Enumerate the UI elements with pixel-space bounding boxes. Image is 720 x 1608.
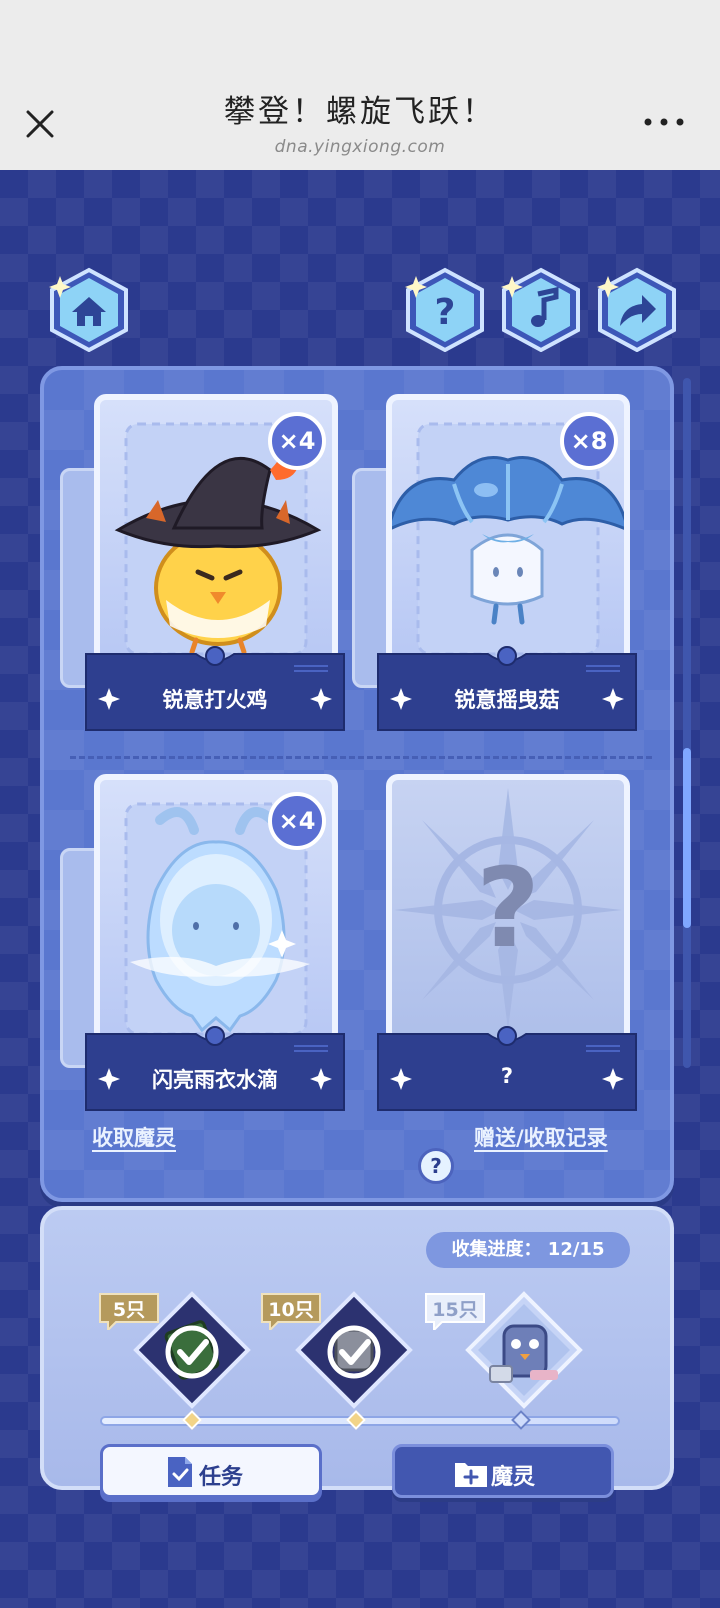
question-mark-icon: ?	[476, 844, 540, 972]
progress-label: 收集进度：	[451, 1239, 542, 1260]
music-button[interactable]	[498, 266, 584, 353]
reward-tag-label: 15只	[432, 1299, 478, 1321]
count-badge: ×4	[268, 412, 326, 470]
spirit-button-label: 魔灵	[491, 1465, 536, 1490]
reward-tag: 15只	[422, 1290, 488, 1330]
receive-spirit-link[interactable]: 收取魔灵	[92, 1122, 176, 1152]
spirit-card-fire-chick[interactable]: ×4 锐意打火鸡	[60, 394, 348, 744]
card-row-divider	[70, 756, 652, 759]
page-title: 攀登！螺旋飞跃！	[224, 94, 496, 130]
question-icon: ?	[435, 292, 456, 333]
progress-node	[182, 1410, 202, 1430]
question-icon[interactable]: ?	[418, 1148, 454, 1184]
document-check-icon	[168, 1457, 192, 1487]
reward-tag-label: 5只	[112, 1299, 146, 1321]
card-name: 闪亮雨衣水滴	[152, 1068, 278, 1092]
gift-history-link[interactable]: 赠送/收取记录	[474, 1122, 608, 1152]
home-button[interactable]	[46, 266, 132, 353]
progress-value: 12/15	[547, 1239, 605, 1260]
scrollbar[interactable]	[683, 378, 691, 1068]
card-name: ?	[500, 1064, 514, 1088]
task-button[interactable]: 任务	[100, 1444, 322, 1498]
card-name: 锐意摇曳菇	[454, 688, 560, 712]
scrollbar-thumb[interactable]	[683, 748, 691, 928]
count-badge: ×4	[268, 792, 326, 850]
progress-panel: 收集进度： 12/15 5只 10只 15只 任务 魔灵	[40, 1206, 674, 1498]
browser-top-bar: 攀登！螺旋飞跃！ dna.yingxiong.com	[0, 0, 720, 170]
more-horizontal-icon[interactable]	[640, 110, 690, 134]
collection-progress: 收集进度： 12/15	[426, 1232, 630, 1268]
count-badge: ×8	[560, 412, 618, 470]
spirit-card-jellyfish-mushroom[interactable]: ×8 锐意摇曳菇	[352, 394, 640, 744]
card-name: 锐意打火鸡	[162, 688, 268, 712]
reward-tag-label: 10只	[268, 1299, 314, 1321]
spirit-card-locked[interactable]: ? ?	[374, 774, 640, 1124]
folder-plus-icon	[455, 1463, 487, 1487]
reward-tag: 5只	[96, 1290, 162, 1330]
spirit-button[interactable]: 魔灵	[392, 1444, 614, 1498]
reward-tag: 10只	[258, 1290, 324, 1330]
help-button[interactable]: ?	[402, 266, 488, 353]
progress-node	[346, 1410, 366, 1430]
game-area: ? ×4 锐意打火鸡 ×8 锐意摇曳菇 ×4 闪亮雨衣水滴 ? ? 收取魔灵 ?…	[0, 170, 720, 1608]
share-button[interactable]	[594, 266, 680, 353]
page-url: dna.yingxiong.com	[274, 137, 446, 157]
collection-panel: ×4 锐意打火鸡 ×8 锐意摇曳菇 ×4 闪亮雨衣水滴 ? ?	[40, 366, 674, 1202]
locked-card-art: ?	[394, 788, 622, 1030]
progress-node	[511, 1410, 531, 1430]
spirit-card-water-drop[interactable]: ×4 闪亮雨衣水滴	[60, 774, 348, 1124]
task-button-label: 任务	[199, 1465, 244, 1490]
